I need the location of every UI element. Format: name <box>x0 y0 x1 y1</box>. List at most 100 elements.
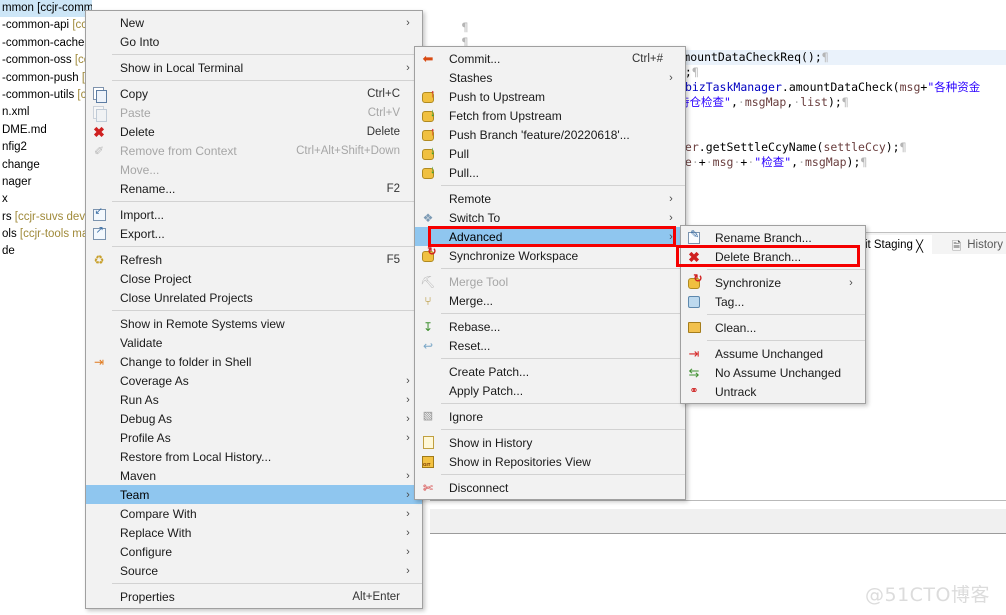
menu-item-untrack[interactable]: ⚭ Untrack <box>681 382 865 401</box>
menu-item-shortcut: Ctrl+# <box>632 52 663 65</box>
menu-item-label: Change to folder in Shell <box>120 354 252 369</box>
menu-item-reset[interactable]: ↩ Reset... <box>415 336 685 355</box>
menu-item-show-in-local-terminal[interactable]: Show in Local Terminal › <box>86 58 422 77</box>
tree-item[interactable]: -common-push [c <box>0 70 92 87</box>
menu-item-close-project[interactable]: Close Project <box>86 269 422 288</box>
project-context-menu[interactable]: New › Go Into Show in Local Terminal › Copy Ct… <box>85 10 423 609</box>
menu-separator <box>707 340 865 341</box>
tree-item-label: nager <box>2 175 32 188</box>
menu-item-merge[interactable]: ⑂ Merge... <box>415 291 685 310</box>
menu-item-label: Move... <box>120 162 160 177</box>
menu-item-synchronize[interactable]: Synchronize › <box>681 273 865 292</box>
menu-item-delete-branch[interactable]: ✖ Delete Branch... <box>681 247 865 266</box>
tree-item[interactable]: -common-cache [ <box>0 35 92 52</box>
menu-item-team[interactable]: Team › <box>86 485 422 504</box>
menu-item-source[interactable]: Source › <box>86 561 422 580</box>
menu-item-fetch-from-upstream[interactable]: Fetch from Upstream <box>415 106 685 125</box>
no-assume-unchanged-icon: ⇆ <box>688 365 700 380</box>
menu-item-rename[interactable]: Rename... F2 <box>86 179 422 198</box>
menu-item-validate[interactable]: Validate <box>86 333 422 352</box>
menu-item-clean[interactable]: Clean... <box>681 318 865 337</box>
menu-item-new[interactable]: New › <box>86 13 422 32</box>
menu-item-label: Rename... <box>120 181 176 196</box>
menu-item-refresh[interactable]: ♻ Refresh F5 <box>86 250 422 269</box>
menu-item-show-in-repositories-view[interactable]: Show in Repositories View <box>415 452 685 471</box>
tree-item[interactable]: nager <box>0 174 92 191</box>
menu-item-copy[interactable]: Copy Ctrl+C <box>86 84 422 103</box>
tree-item[interactable]: -common-utils [cc <box>0 87 92 104</box>
tree-item-label: -common-api <box>2 19 73 32</box>
menu-item-disconnect[interactable]: ✄ Disconnect <box>415 478 685 497</box>
menu-item-label: Configure <box>120 544 173 559</box>
menu-item-synchronize-workspace[interactable]: Synchronize Workspace <box>415 246 685 265</box>
menu-item-switch-to[interactable]: ❖ Switch To › <box>415 208 685 227</box>
menu-item-create-patch[interactable]: Create Patch... <box>415 362 685 381</box>
menu-item-push-to-upstream[interactable]: Push to Upstream <box>415 87 685 106</box>
menu-separator <box>112 246 422 247</box>
menu-item-advanced[interactable]: Advanced › <box>415 227 685 246</box>
copy-icon <box>90 86 108 103</box>
menu-item-maven[interactable]: Maven › <box>86 466 422 485</box>
menu-item-profile-as[interactable]: Profile As › <box>86 428 422 447</box>
tree-item[interactable]: DME.md <box>0 122 92 139</box>
menu-item-export[interactable]: Export... <box>86 224 422 243</box>
menu-item-close-unrelated-projects[interactable]: Close Unrelated Projects <box>86 288 422 307</box>
menu-item-replace-with[interactable]: Replace With › <box>86 523 422 542</box>
menu-item-rename-branch[interactable]: Rename Branch... <box>681 228 865 247</box>
menu-item-push-branch-feature-20220618[interactable]: Push Branch 'feature/20220618'... <box>415 125 685 144</box>
tree-item[interactable]: change <box>0 157 92 174</box>
menu-item-run-as[interactable]: Run As › <box>86 390 422 409</box>
menu-item-remote[interactable]: Remote › <box>415 189 685 208</box>
menu-item-tag[interactable]: Tag... <box>681 292 865 311</box>
menu-item-apply-patch[interactable]: Apply Patch... <box>415 381 685 400</box>
menu-item-debug-as[interactable]: Debug As › <box>86 409 422 428</box>
advanced-submenu[interactable]: Rename Branch... ✖ Delete Branch... Synchro… <box>680 225 866 404</box>
bottom-view-tabs[interactable]: Git Staging ╳ 🗎 History <box>848 232 1006 257</box>
menu-separator <box>112 80 422 81</box>
menu-item-ignore[interactable]: ▧ Ignore <box>415 407 685 426</box>
tab-history[interactable]: 🗎 History <box>952 235 1003 255</box>
rebase-icon: ↧ <box>422 319 434 334</box>
switch-icon: ❖ <box>422 210 434 225</box>
menu-item-assume-unchanged[interactable]: ⇥ Assume Unchanged <box>681 344 865 363</box>
menu-item-label: Pull <box>449 146 470 161</box>
tree-item[interactable]: rs [ccjr-suvs dev] <box>0 209 92 226</box>
menu-item-import[interactable]: Import... <box>86 205 422 224</box>
menu-item-commit[interactable]: ⬅ Commit... Ctrl+# <box>415 49 685 68</box>
menu-separator <box>707 314 865 315</box>
menu-item-change-to-folder-in-shell[interactable]: ⇥ Change to folder in Shell <box>86 352 422 371</box>
chevron-right-icon: › <box>406 374 410 387</box>
tree-item[interactable]: x <box>0 191 92 208</box>
package-explorer-tree[interactable]: mmon [ccjr-comm -common-api [ccj -common-c… <box>0 0 92 508</box>
merge-tool-icon: ⛏ <box>420 274 436 289</box>
menu-item-go-into[interactable]: Go Into <box>86 32 422 51</box>
menu-item-configure[interactable]: Configure › <box>86 542 422 561</box>
tree-item[interactable]: de <box>0 243 92 260</box>
tree-item[interactable]: -common-api [ccj <box>0 17 92 34</box>
menu-item-pull[interactable]: Pull... <box>415 163 685 182</box>
chevron-right-icon: › <box>406 507 410 520</box>
menu-item-coverage-as[interactable]: Coverage As › <box>86 371 422 390</box>
tree-item[interactable]: -common-oss [cc <box>0 52 92 69</box>
tree-item[interactable]: mmon [ccjr-comm <box>0 0 92 18</box>
menu-separator <box>441 358 685 359</box>
menu-item-delete[interactable]: ✖ Delete Delete <box>86 122 422 141</box>
menu-item-restore-from-local-history[interactable]: Restore from Local History... <box>86 447 422 466</box>
menu-item-show-in-history[interactable]: Show in History <box>415 433 685 452</box>
menu-item-pull[interactable]: Pull <box>415 144 685 163</box>
team-submenu[interactable]: ⬅ Commit... Ctrl+# Stashes › Push to Upstream… <box>414 46 686 500</box>
tree-item[interactable]: ols [ccjr-tools mas <box>0 226 92 243</box>
tree-item-branch: [ccjr-suvs dev] <box>14 210 89 223</box>
menu-item-show-in-remote-systems-view[interactable]: Show in Remote Systems view <box>86 314 422 333</box>
tree-item[interactable]: n.xml <box>0 104 92 121</box>
menu-item-label: Synchronize Workspace <box>449 248 579 263</box>
menu-item-no-assume-unchanged[interactable]: ⇆ No Assume Unchanged <box>681 363 865 382</box>
menu-item-rebase[interactable]: ↧ Rebase... <box>415 317 685 336</box>
menu-item-properties[interactable]: Properties Alt+Enter <box>86 587 422 606</box>
push-icon <box>419 89 437 105</box>
menu-item-stashes[interactable]: Stashes › <box>415 68 685 87</box>
menu-separator <box>112 310 422 311</box>
menu-item-compare-with[interactable]: Compare With › <box>86 504 422 523</box>
close-icon[interactable]: ╳ <box>916 237 928 257</box>
tree-item[interactable]: nfig2 <box>0 139 92 156</box>
